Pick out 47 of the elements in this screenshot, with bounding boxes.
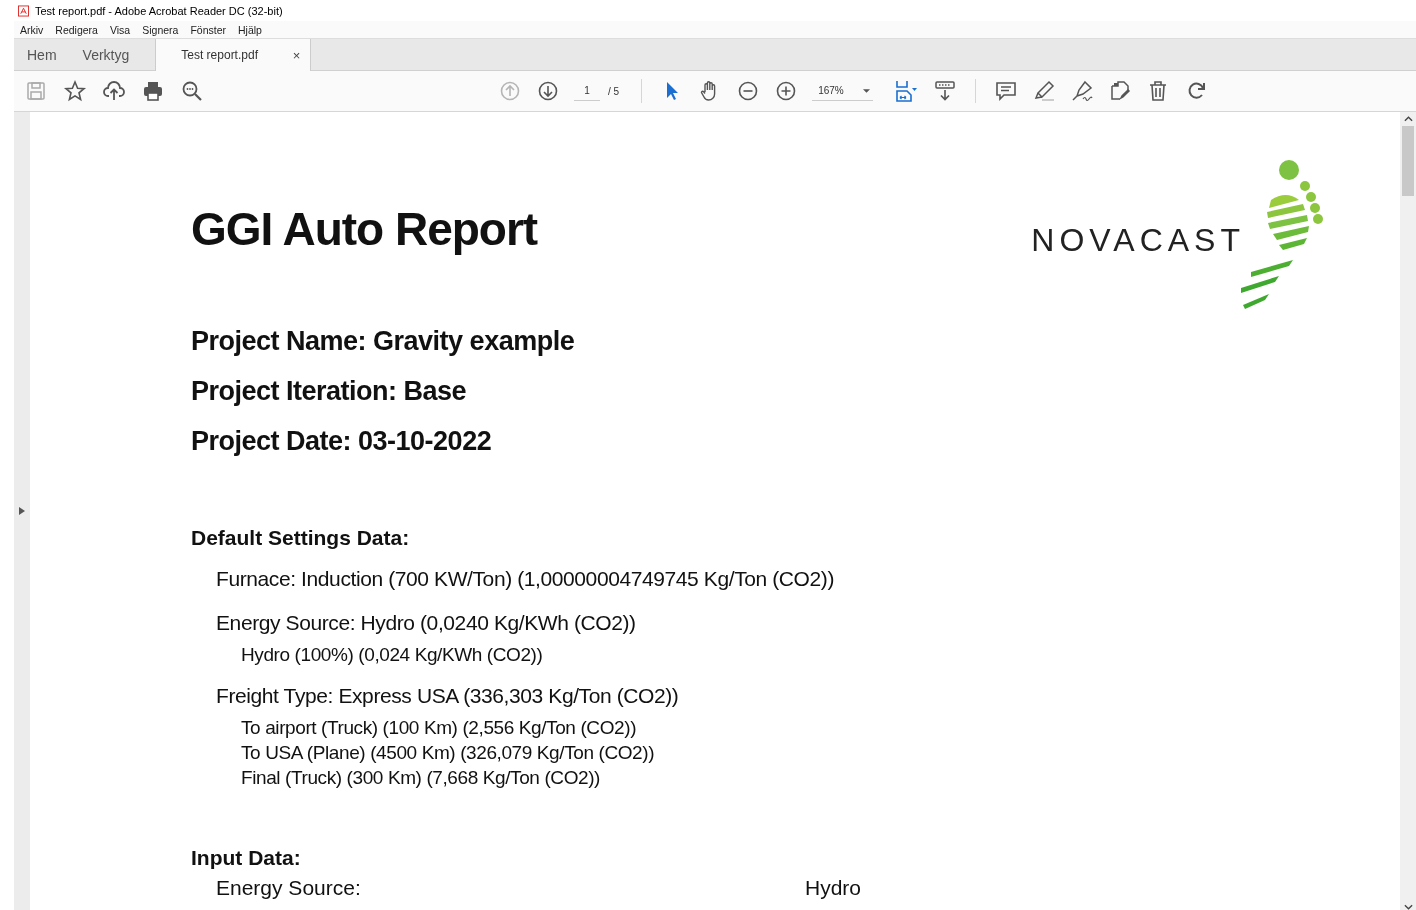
highlighter-icon[interactable]	[1032, 79, 1057, 103]
settings-detail: Final (Truck) (300 Km) (7,668 Kg/Ton (CO2))	[241, 766, 602, 790]
page-number-field[interactable]: 1	[574, 81, 600, 101]
section-heading: Default Settings Data:	[191, 526, 411, 550]
settings-line: Freight Type: Express USA (336,303 Kg/Ton (CO2))	[216, 683, 680, 709]
search-icon[interactable]	[180, 79, 204, 103]
expand-panel-icon[interactable]	[19, 507, 25, 515]
arrow-down-circle-icon[interactable]	[536, 79, 560, 103]
caret-icon[interactable]	[863, 88, 871, 93]
settings-line: Furnace: Induction (700 KW/Ton) (1,00000004749745 Kg/Ton (CO2))	[216, 566, 835, 592]
report-title: GGI Auto Report	[191, 202, 538, 256]
menu-item[interactable]: Fönster	[190, 23, 227, 36]
menu-item[interactable]: Signera	[142, 23, 179, 36]
edit-document-icon[interactable]	[1108, 79, 1133, 103]
settings-detail: To airport (Truck) (100 Km) (2,556 Kg/Ton (CO2))	[241, 716, 638, 740]
menu-item[interactable]: Redigera	[55, 23, 98, 36]
close-tab-button[interactable]: ×	[290, 47, 303, 63]
menu-item[interactable]: Visa	[109, 23, 131, 36]
comment-icon[interactable]	[994, 79, 1019, 103]
project-info: Project Date: 03-10-2022	[191, 425, 493, 458]
settings-detail: To USA (Plane) (4500 Km) (326,079 Kg/Ton (CO2))	[241, 741, 656, 765]
pdf-file-icon	[18, 4, 29, 17]
logo-drawing: NOVACAST	[1031, 160, 1331, 310]
input-value: Hydro	[805, 876, 862, 900]
settings-detail: Hydro (100%) (0,024 Kg/KWh (CO2))	[241, 643, 544, 667]
fountain-pen-icon[interactable]	[1070, 79, 1095, 103]
scroll-up-icon[interactable]	[1403, 116, 1413, 122]
menu-item[interactable]: Arkiv	[20, 23, 44, 36]
fit-page-icon[interactable]	[893, 79, 920, 103]
star-icon[interactable]	[63, 79, 87, 103]
project-info: Project Iteration: Base	[191, 375, 468, 408]
document-tab[interactable]: Test report.pdf ×	[155, 39, 312, 71]
nav-tab[interactable]: Verktyg	[69, 39, 143, 70]
scroll-down-icon[interactable]	[1403, 904, 1413, 910]
page-count: / 5	[608, 85, 620, 97]
scroll-mode-icon[interactable]	[933, 79, 958, 103]
zoom-dropdown[interactable]: 167%	[812, 81, 874, 101]
section-heading: Input Data:	[191, 846, 302, 870]
input-label: Energy Source:	[216, 876, 362, 900]
window-title: Test report.pdf - Adobe Acrobat Reader DC (32-bit)	[35, 4, 283, 17]
cloud-upload-icon[interactable]	[102, 79, 126, 103]
settings-line: Energy Source: Hydro (0,0240 Kg/KWh (CO2))	[216, 610, 637, 636]
project-info: Project Name: Gravity example	[191, 325, 576, 358]
nav-tab[interactable]: Hem	[14, 39, 70, 70]
menu-item[interactable]: Hjälp	[238, 23, 262, 36]
print-icon[interactable]	[141, 79, 165, 103]
scrollbar-thumb[interactable]	[1402, 126, 1414, 196]
